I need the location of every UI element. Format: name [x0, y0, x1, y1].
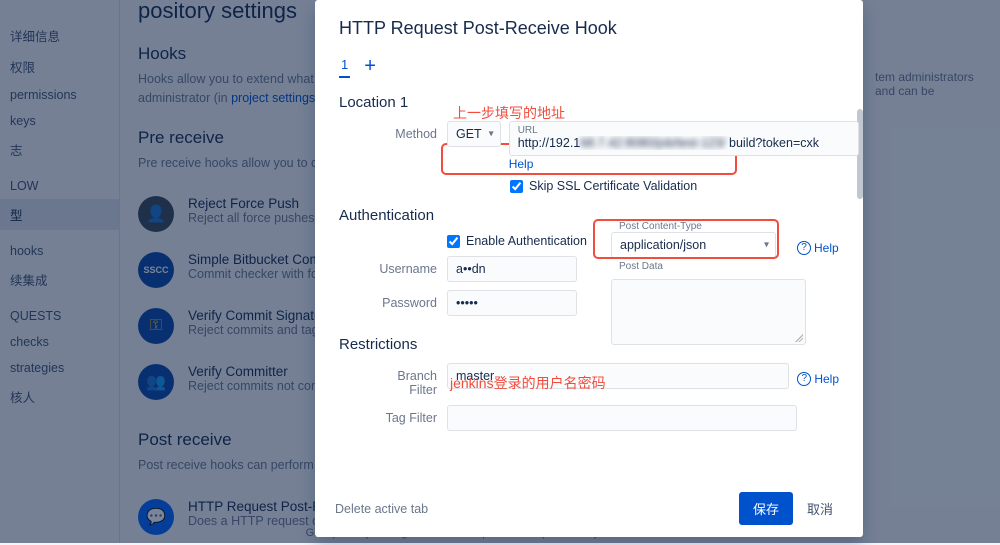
delete-tab-link[interactable]: Delete active tab — [335, 502, 428, 516]
branch-filter-label: Branch Filter — [369, 363, 447, 397]
username-input[interactable] — [447, 256, 577, 282]
username-label: Username — [369, 256, 447, 276]
branch-help[interactable]: ?Help — [797, 372, 839, 386]
scrollbar[interactable] — [857, 53, 863, 480]
method-label: Method — [369, 121, 447, 141]
hook-config-modal: HTTP Request Post-Receive Hook 1 + 上一步填写… — [315, 0, 863, 537]
tag-filter-label: Tag Filter — [369, 405, 447, 425]
tab-1[interactable]: 1 — [339, 53, 350, 78]
password-input[interactable] — [447, 290, 577, 316]
tag-filter-input[interactable] — [447, 405, 797, 431]
annotation-content-type-box — [593, 219, 779, 259]
tab-add-button[interactable]: + — [364, 56, 376, 76]
skip-ssl-checkbox[interactable]: Skip SSL Certificate Validation — [510, 179, 839, 193]
post-data-textarea[interactable] — [611, 279, 806, 345]
save-button[interactable]: 保存 — [739, 492, 793, 525]
password-label: Password — [369, 290, 447, 310]
content-type-help[interactable]: ?Help — [797, 241, 839, 255]
location-title: Location 1 — [339, 94, 839, 111]
annotation-url-text: 上一步填写的地址 — [453, 103, 565, 123]
cancel-button[interactable]: 取消 — [797, 492, 843, 525]
annotation-auth-text: jenkins登录的用户名密码 — [450, 373, 606, 393]
post-data-label: Post Data — [611, 261, 776, 272]
method-select[interactable]: GET — [447, 121, 501, 147]
modal-title: HTTP Request Post-Receive Hook — [339, 18, 839, 39]
url-input[interactable]: URL http://192.168.7.42:8080/job/test-12… — [509, 121, 859, 156]
url-help-link[interactable]: Help — [509, 157, 534, 171]
